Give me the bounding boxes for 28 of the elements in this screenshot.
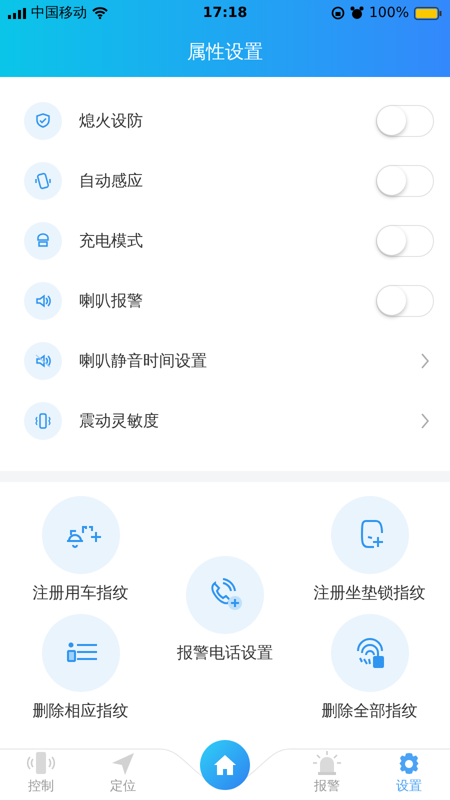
battery-percent: 100% <box>368 5 410 21</box>
setting-label: 喇叭报警 <box>79 290 144 312</box>
page-title: 属性设置 <box>186 40 264 64</box>
action-label[interactable]: 删除全部指纹 <box>322 701 418 722</box>
setting-label: 熄火设防 <box>79 110 144 132</box>
battery-icon <box>414 6 442 20</box>
setting-label: 充电模式 <box>79 230 144 252</box>
chevron-right-icon[interactable] <box>420 352 430 370</box>
clock-time: 17:18 <box>202 5 248 21</box>
toggle-switch[interactable] <box>376 165 434 197</box>
setting-label: 喇叭静音时间设置 <box>79 350 208 372</box>
home-button[interactable] <box>200 740 250 790</box>
action-label[interactable]: 注册用车指纹 <box>32 583 128 604</box>
action-label[interactable]: 注册坐垫锁指纹 <box>314 583 426 604</box>
home-icon <box>213 754 237 776</box>
action-label[interactable]: 删除相应指纹 <box>32 701 128 722</box>
setting-label: 震动灵敏度 <box>79 410 160 432</box>
chevron-right-icon[interactable] <box>420 412 430 430</box>
action-label[interactable]: 报警电话设置 <box>177 643 273 664</box>
wifi-icon <box>92 7 108 19</box>
toggle-switch[interactable] <box>376 105 434 137</box>
signal-icon <box>8 8 26 18</box>
toggle-switch[interactable] <box>376 285 434 317</box>
rotation-lock-icon <box>330 6 345 20</box>
carrier-name: 中国移动 <box>31 4 87 22</box>
tab-icon <box>26 750 56 777</box>
toggle-switch[interactable] <box>376 225 434 257</box>
setting-label: 自动感应 <box>79 170 144 192</box>
